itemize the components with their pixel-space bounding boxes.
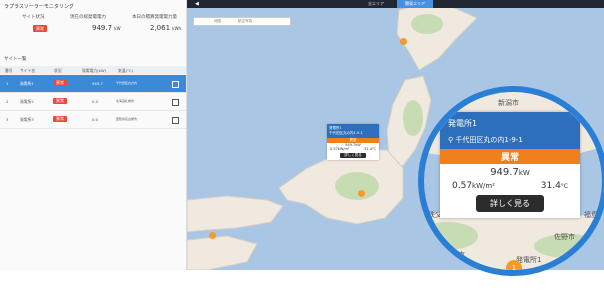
- site-marker[interactable]: [209, 232, 216, 239]
- site-monitor-panel: ラプラスソーラーモニタリング サイト状況 現在の総発電電力 本日の積算発電電力量…: [0, 0, 187, 270]
- popup-address: 千代田区丸の内1-9-1: [455, 136, 523, 144]
- row-address: 愛知県名古屋市: [116, 117, 138, 121]
- popup-header: 発電所1 ⚲ 千代田区丸の内1-9-1: [440, 112, 580, 149]
- row-name: 発電所2: [20, 99, 34, 104]
- popup-site-name: 発電所1: [448, 119, 478, 128]
- current-power-value: 949.7 kW: [92, 24, 121, 32]
- site-list-title: サイト一覧: [4, 57, 27, 62]
- zoom-magnifier: 新潟市 秩父 福島 さいたま市 佐野市 発電所1 富岡市 発電所1 ⚲ 千代田区…: [418, 86, 604, 276]
- popup-address-row: ⚲ 千代田区丸の内1-9-1: [448, 135, 572, 145]
- panel-title: ラプラスソーラーモニタリング: [4, 4, 74, 10]
- popup-irradiance: 0.57kW/m²: [330, 147, 350, 151]
- row-power: 949.7: [92, 81, 103, 86]
- daily-energy-header: 本日の積算発電電力量: [132, 15, 177, 20]
- map-label: 佐野市: [554, 233, 575, 241]
- col-num: 番号: [5, 67, 13, 73]
- marker-count: 1: [511, 264, 517, 272]
- popup-temp: 31.4°C: [364, 147, 376, 151]
- map-label: 福島: [584, 211, 598, 219]
- map-type-toolbar: 地図 航空写真: [193, 17, 291, 26]
- row-badge: 異常: [53, 97, 67, 104]
- location-pin-icon: ⚲: [448, 136, 454, 144]
- row-address: 千代田区丸の内: [116, 81, 138, 85]
- external-link-icon[interactable]: [172, 81, 179, 88]
- row-name: 発電所1: [20, 81, 34, 86]
- popup-power: 949.7kW: [490, 167, 530, 178]
- tab-kanto-area[interactable]: 関東エリア: [397, 0, 433, 8]
- row-num: 2: [6, 99, 9, 104]
- external-link-icon[interactable]: [172, 99, 179, 106]
- col-name: サイト名: [20, 67, 36, 73]
- map-top-bar: ◀ 全エリア 関東エリア: [187, 0, 604, 8]
- popup-details-button[interactable]: 詳しく見る: [476, 195, 544, 212]
- status-badge: 異常: [33, 25, 47, 32]
- row-num: 3: [6, 117, 9, 122]
- row-name: 発電所3: [20, 117, 34, 122]
- current-power-header: 現在の総発電電力: [70, 15, 106, 20]
- site-marker[interactable]: 1: [506, 260, 522, 272]
- map-label: さいたま市: [516, 266, 566, 270]
- site-status-header: サイト状況: [22, 15, 45, 20]
- row-badge: 異常: [53, 79, 67, 86]
- popup-details-button[interactable]: 詳しく見る: [340, 153, 366, 158]
- popup-irradiance: 0.57kW/m²: [452, 181, 496, 191]
- col-power: 発電電力(kW): [82, 67, 107, 73]
- map-type-map[interactable]: 地図: [214, 19, 221, 24]
- site-marker[interactable]: [358, 190, 365, 197]
- back-icon[interactable]: ◀: [195, 1, 199, 7]
- external-link-icon[interactable]: [172, 117, 179, 124]
- row-num: 1: [6, 81, 9, 86]
- table-row[interactable]: 3 発電所3 異常 0.0 愛知県名古屋市: [0, 111, 186, 129]
- table-row[interactable]: 2 発電所2 異常 0.0 北海道札幌市: [0, 93, 186, 111]
- col-temp: 気温(°C): [118, 67, 134, 73]
- row-address: 北海道札幌市: [116, 99, 135, 103]
- site-popup-large: 発電所1 ⚲ 千代田区丸の内1-9-1 異常 949.7kW 0.57kW/m²…: [440, 112, 580, 218]
- daily-energy-value: 2,061 kWh: [150, 24, 182, 32]
- site-marker[interactable]: [400, 38, 407, 45]
- row-power: 0.0: [92, 117, 99, 122]
- row-power: 0.0: [92, 99, 99, 104]
- popup-status: 異常: [440, 149, 580, 164]
- table-row[interactable]: 1 発電所1 異常 949.7 千代田区丸の内: [0, 75, 186, 93]
- map-type-satellite[interactable]: 航空写真: [238, 19, 252, 24]
- tab-all-area[interactable]: 全エリア: [359, 0, 393, 8]
- table-header: 番号 サイト名 状況 発電電力(kW) 気温(°C): [0, 66, 186, 74]
- popup-temp: 31.4°C: [540, 181, 568, 191]
- site-popup-small: 発電所1 千代田区丸の内1-9-1 異常 949.7kW 0.57kW/m² 3…: [327, 124, 379, 160]
- map-label: 富岡市: [444, 251, 465, 259]
- popup-address: 千代田区丸の内1-9-1: [329, 131, 363, 135]
- map-label: 新潟市: [498, 99, 519, 107]
- row-badge: 異常: [53, 115, 67, 122]
- col-status: 状況: [54, 67, 62, 73]
